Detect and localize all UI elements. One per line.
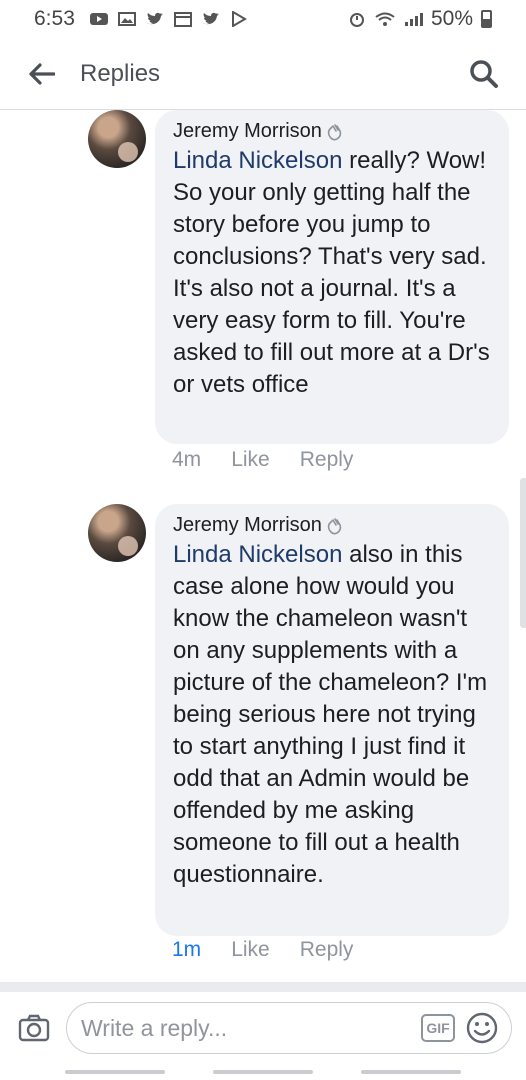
twitter-icon — [146, 12, 163, 25]
wifi-icon — [375, 12, 395, 26]
gesture-handle[interactable] — [361, 1070, 461, 1074]
mention-link[interactable]: Linda Nickelson — [173, 147, 342, 174]
wave-icon — [327, 123, 342, 140]
reply-input-container[interactable]: GIF — [66, 1002, 512, 1054]
comment-timestamp: 4m — [172, 448, 202, 471]
gif-button[interactable]: GIF — [421, 1014, 455, 1042]
back-arrow-icon — [29, 62, 55, 85]
reply-input[interactable] — [81, 1014, 421, 1042]
comment-actions: 4m Like Reply — [172, 448, 353, 472]
youtube-icon — [89, 13, 108, 25]
comment-text: Linda Nickelson really? Wow! So your onl… — [173, 145, 493, 401]
like-button[interactable]: Like — [231, 938, 270, 962]
reply-composer: GIF — [0, 992, 526, 1064]
avatar[interactable] — [88, 110, 146, 168]
search-icon — [470, 59, 498, 88]
play-store-icon — [231, 11, 247, 27]
gesture-handle[interactable] — [65, 1070, 165, 1074]
reply-button[interactable]: Reply — [300, 938, 354, 962]
divider — [0, 982, 526, 992]
battery-icon — [481, 10, 492, 28]
navigation-gesture-bar[interactable] — [0, 1064, 526, 1080]
avatar[interactable] — [88, 504, 146, 562]
signal-icon — [404, 13, 423, 26]
comment-author[interactable]: Jeremy Morrison — [173, 514, 322, 537]
status-time: 6:53 — [34, 7, 75, 30]
alarm-icon — [349, 13, 364, 27]
system-status: 50% — [347, 7, 492, 31]
battery-percent: 50% — [430, 7, 473, 30]
comment-actions: 1m Like Reply — [172, 938, 353, 962]
back-button[interactable] — [22, 54, 62, 94]
reply-button[interactable]: Reply — [300, 448, 354, 472]
gallery-icon — [117, 12, 136, 26]
mention-link[interactable]: Linda Nickelson — [173, 541, 342, 568]
status-bar: 6:53 50% — [0, 0, 526, 38]
camera-button[interactable] — [14, 1008, 54, 1048]
twitter-icon — [202, 12, 219, 25]
notification-icons — [89, 11, 249, 27]
gesture-handle[interactable] — [213, 1070, 313, 1074]
camera-icon — [18, 1014, 50, 1042]
scrollbar[interactable] — [520, 478, 526, 628]
wave-icon — [327, 517, 342, 534]
emoji-icon[interactable] — [465, 1011, 499, 1045]
comment-bubble[interactable]: Jeremy Morrison Linda Nickelson also in … — [155, 504, 509, 936]
calendar-icon — [173, 12, 192, 27]
replies-feed[interactable]: Jeremy Morrison Linda Nickelson really? … — [0, 110, 526, 982]
comment-body: also in this case alone how would you kn… — [173, 541, 488, 888]
comment-timestamp: 1m — [172, 938, 202, 961]
comment-text: Linda Nickelson also in this case alone … — [173, 539, 493, 891]
page-title: Replies — [80, 59, 161, 87]
like-button[interactable]: Like — [231, 448, 270, 472]
search-button[interactable] — [464, 54, 504, 94]
comment-author[interactable]: Jeremy Morrison — [173, 120, 322, 143]
comment-body: really? Wow! So your only getting half t… — [173, 147, 490, 398]
comment-bubble[interactable]: Jeremy Morrison Linda Nickelson really? … — [155, 110, 509, 444]
app-header: Replies — [0, 38, 526, 110]
